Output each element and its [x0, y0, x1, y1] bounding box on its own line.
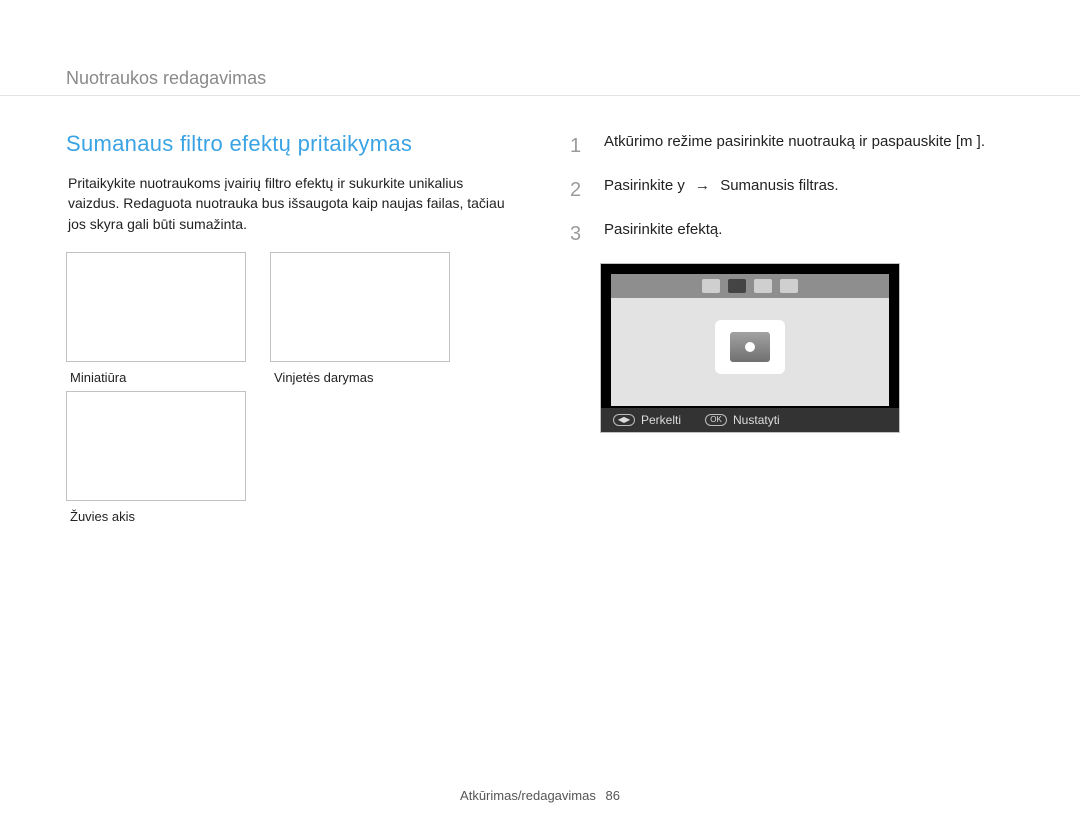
camera-screenshot: ◀▶ Perkelti OK Nustatyti: [600, 263, 900, 433]
step-number: 2: [570, 175, 590, 205]
right-column: 1 Atkūrimo režime pasirinkite nuotrauką …: [536, 131, 1014, 530]
bottom-bar-label: Nustatyti: [733, 413, 780, 427]
top-divider: [0, 95, 1080, 96]
camera-bottom-bar: ◀▶ Perkelti OK Nustatyti: [601, 408, 899, 432]
toolbar-icon: [780, 279, 798, 293]
thumbnail-image: [66, 391, 246, 501]
camera-toolbar: [611, 274, 889, 298]
effect-preview-inner: [730, 332, 770, 362]
thumbnail-caption: Miniatiūra: [70, 370, 246, 385]
thumbnail-row-1: Miniatiūra Vinjetės darymas: [66, 252, 516, 385]
arrow-icon: →: [695, 175, 710, 198]
step-text: Pasirinkite y: [604, 177, 685, 194]
bottom-bar-move: ◀▶ Perkelti: [613, 413, 681, 427]
effect-preview-dot-icon: [745, 342, 755, 352]
steps-list: 1 Atkūrimo režime pasirinkite nuotrauką …: [570, 131, 1014, 249]
bottom-bar-set: OK Nustatyti: [705, 413, 780, 427]
footer-section: Atkūrimas/redagavimas: [460, 788, 596, 803]
page: Nuotraukos redagavimas Sumanaus ﬁltro ef…: [0, 0, 1080, 815]
thumbnail: Žuvies akis: [66, 391, 246, 524]
step-body: Pasirinkite y → Sumanusis ﬁltras.: [604, 175, 1014, 198]
thumbnail-row-2: Žuvies akis: [66, 391, 516, 524]
step-body: Pasirinkite efektą.: [604, 219, 1014, 242]
step-text: Pasirinkite efektą.: [604, 221, 722, 238]
content-columns: Sumanaus ﬁltro efektų pritaikymas Pritai…: [66, 131, 1014, 530]
thumbnail-image: [270, 252, 450, 362]
bottom-bar-label: Perkelti: [641, 413, 681, 427]
thumbnail-caption: Vinjetės darymas: [274, 370, 450, 385]
ok-icon: OK: [705, 414, 727, 426]
effect-preview: [715, 320, 785, 374]
thumbnail-caption: Žuvies akis: [70, 509, 246, 524]
page-footer: Atkūrimas/redagavimas 86: [0, 788, 1080, 803]
camera-preview-area: [611, 274, 889, 406]
intro-paragraph: Pritaikykite nuotraukoms įvairių ﬁltro e…: [68, 173, 516, 234]
thumbnail-image: [66, 252, 246, 362]
step-number: 1: [570, 131, 590, 161]
step-text: [m ].: [956, 133, 985, 150]
page-number: 86: [605, 788, 619, 803]
thumbnail: Miniatiūra: [66, 252, 246, 385]
section-title: Sumanaus ﬁltro efektų pritaikymas: [66, 131, 516, 157]
thumbnail: Vinjetės darymas: [270, 252, 450, 385]
step-body: Atkūrimo režime pasirinkite nuotrauką ir…: [604, 131, 1014, 154]
toolbar-icon-active: [728, 279, 746, 293]
toolbar-icon: [754, 279, 772, 293]
breadcrumb: Nuotraukos redagavimas: [66, 68, 1014, 97]
step-text: Sumanusis ﬁltras.: [720, 177, 838, 194]
step-text: Atkūrimo režime pasirinkite nuotrauką ir…: [604, 133, 952, 150]
step-number: 3: [570, 219, 590, 249]
step-3: 3 Pasirinkite efektą.: [570, 219, 1014, 249]
step-2: 2 Pasirinkite y → Sumanusis ﬁltras.: [570, 175, 1014, 205]
toolbar-icon: [702, 279, 720, 293]
nav-arrows-icon: ◀▶: [613, 414, 635, 426]
left-column: Sumanaus ﬁltro efektų pritaikymas Pritai…: [66, 131, 536, 530]
step-1: 1 Atkūrimo režime pasirinkite nuotrauką …: [570, 131, 1014, 161]
